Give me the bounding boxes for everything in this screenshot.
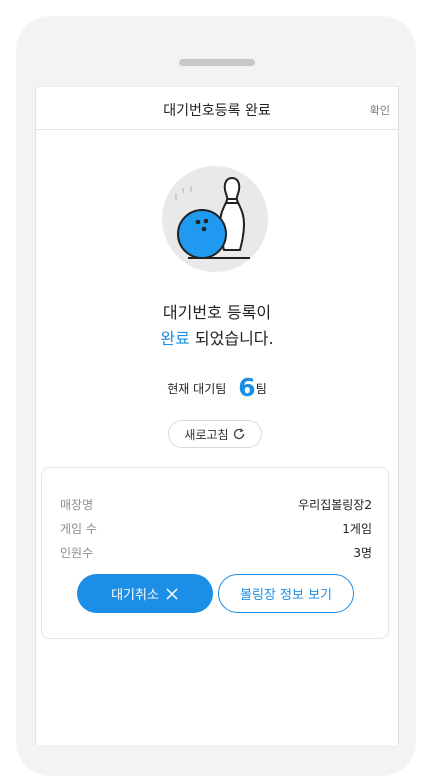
completion-accent-text: 완료 (160, 329, 190, 348)
waiting-unit: 팀 (255, 382, 267, 396)
detail-row-store: 매장명 우리집볼링장2 (60, 498, 372, 512)
completion-message: 대기번호 등록이 완료 되었습니다. (160, 303, 274, 348)
confirm-button[interactable]: 확인 (370, 102, 390, 118)
bowling-illustration (162, 166, 268, 272)
phone-speaker (179, 59, 255, 66)
detail-row-games: 게임 수 1게임 (60, 522, 372, 536)
cancel-waiting-button[interactable]: 대기취소 (77, 574, 213, 613)
view-alley-info-button[interactable]: 볼링장 정보 보기 (218, 574, 354, 613)
cancel-waiting-label: 대기취소 (111, 588, 159, 603)
waiting-count: 현재 대기팀 6팀 (36, 370, 398, 402)
waiting-number: 6 (238, 373, 256, 402)
refresh-icon (233, 428, 244, 440)
detail-row-people: 인원수 3명 (60, 546, 372, 560)
refresh-button[interactable]: 새로고침 (168, 420, 262, 448)
reservation-details-card: 매장명 우리집볼링장2 게임 수 1게임 인원수 3명 (41, 467, 389, 639)
page-title: 대기번호등록 완료 (163, 103, 271, 119)
refresh-label: 새로고침 (184, 427, 229, 442)
view-alley-info-label: 볼링장 정보 보기 (240, 588, 332, 603)
close-icon (166, 587, 178, 600)
waiting-label: 현재 대기팀 (167, 382, 227, 396)
bowling-ball-icon (177, 209, 227, 259)
app-header: 대기번호등록 완료 확인 (36, 86, 398, 130)
app-screen: 대기번호등록 완료 확인 대기번호 등록이 완료 되었습니다. 현재 대기팀 6팀… (35, 86, 399, 745)
